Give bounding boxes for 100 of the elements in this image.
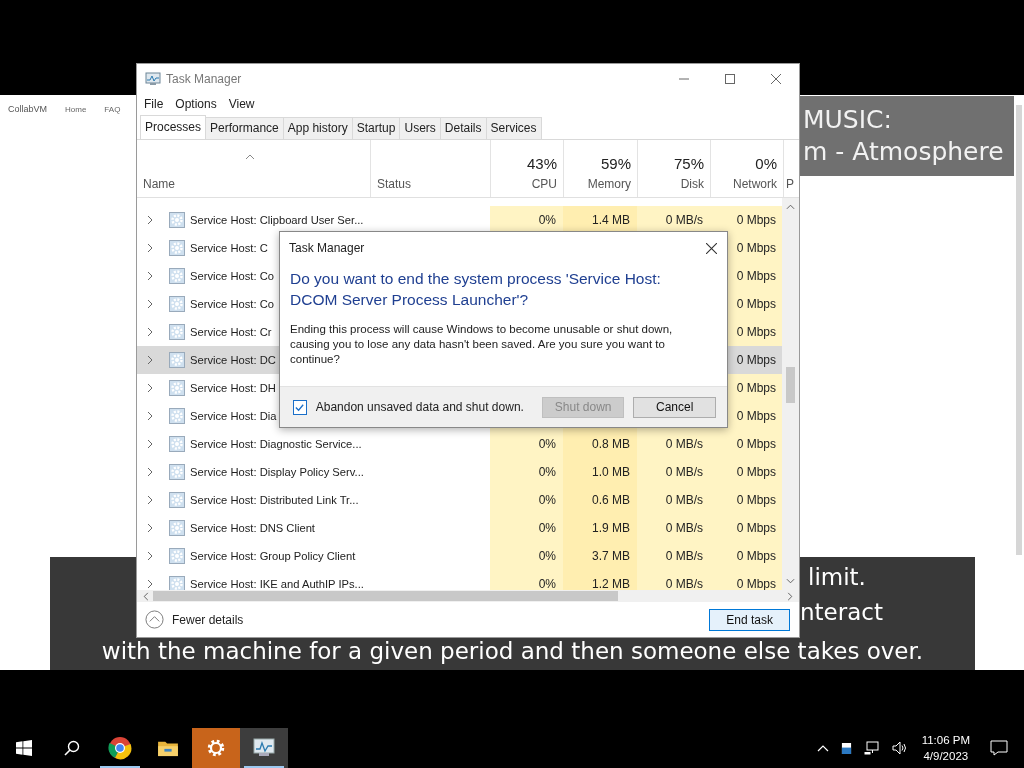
table-cell: 1.9 MB bbox=[592, 521, 630, 535]
gear-icon bbox=[169, 492, 185, 508]
chevron-icon[interactable] bbox=[147, 243, 153, 253]
table-cell: 3.7 MB bbox=[592, 549, 630, 563]
clock-time[interactable]: 11:06 PM bbox=[921, 732, 970, 748]
table-cell: 0 Mbps bbox=[736, 521, 776, 535]
process-name: Service Host: C bbox=[190, 242, 268, 254]
tab[interactable]: Details bbox=[439, 117, 487, 139]
gear-icon bbox=[169, 268, 185, 284]
fewer-details-link[interactable]: Fewer details bbox=[172, 612, 244, 627]
table-cell: 0 Mbps bbox=[736, 549, 776, 563]
tab[interactable]: Services bbox=[485, 117, 542, 139]
scrollbar[interactable] bbox=[782, 198, 799, 590]
close-icon[interactable] bbox=[771, 73, 781, 84]
chevron-icon[interactable] bbox=[147, 327, 153, 337]
process-row[interactable]: Service Host: Distributed Link Tr... 0% 0.6 MB 0 MB/s 0 Mbps bbox=[137, 486, 782, 514]
dialog-heading: Do you want to end the system process 'Service Host: DCOM Server Process Launcher'? bbox=[289, 269, 662, 310]
tab[interactable]: App history bbox=[282, 117, 353, 139]
tab[interactable]: Startup bbox=[351, 117, 401, 139]
notification-icon[interactable] bbox=[990, 740, 1008, 756]
table-cell: 1.2 MB bbox=[592, 577, 630, 590]
collapse-icon[interactable] bbox=[145, 610, 164, 629]
scroll-thumb[interactable] bbox=[786, 367, 795, 403]
maximize-icon[interactable] bbox=[725, 73, 735, 84]
gear-icon bbox=[169, 324, 185, 340]
chevron-icon[interactable] bbox=[147, 551, 153, 561]
column-header[interactable]: Name bbox=[143, 177, 175, 191]
chevron-up-icon[interactable] bbox=[816, 744, 829, 752]
chevron-icon[interactable] bbox=[147, 439, 153, 449]
nav-link[interactable]: FAQ bbox=[104, 104, 121, 114]
end-task-button[interactable]: End task bbox=[709, 608, 790, 631]
drive-icon[interactable] bbox=[840, 741, 852, 755]
gear-icon bbox=[169, 212, 185, 228]
scroll-left-icon[interactable] bbox=[143, 591, 149, 601]
gear-icon bbox=[169, 296, 185, 312]
nav-link[interactable]: Home bbox=[65, 104, 87, 114]
table-cell: 0 Mbps bbox=[736, 409, 776, 423]
tab[interactable]: Processes bbox=[140, 115, 207, 139]
chevron-icon[interactable] bbox=[147, 523, 153, 533]
process-name: Service Host: Display Policy Serv... bbox=[190, 466, 364, 478]
table-cell: 0 MB/s bbox=[665, 577, 703, 590]
menu-item[interactable]: File bbox=[144, 96, 164, 111]
process-name: Service Host: Clipboard User Ser... bbox=[190, 214, 364, 226]
process-row[interactable]: Service Host: Group Policy Client 0% 3.7 MB 0 MB/s 0 Mbps bbox=[137, 542, 782, 570]
process-name: Service Host: DH bbox=[190, 382, 276, 394]
chevron-icon[interactable] bbox=[147, 411, 153, 421]
scroll-right-icon[interactable] bbox=[787, 591, 793, 601]
scroll-up-icon[interactable] bbox=[786, 204, 795, 210]
gear-icon bbox=[169, 352, 185, 368]
dialog-title: Task Manager bbox=[289, 241, 365, 255]
process-name: Service Host: Cr bbox=[190, 326, 272, 338]
table-cell: 0 MB/s bbox=[665, 213, 703, 227]
process-row[interactable]: Service Host: Diagnostic Service... 0% 0.8 MB 0 MB/s 0 Mbps bbox=[137, 430, 782, 458]
chevron-icon[interactable] bbox=[147, 299, 153, 309]
process-row[interactable]: Service Host: DNS Client 0% 1.9 MB 0 MB/s 0 Mbps bbox=[137, 514, 782, 542]
tab[interactable]: Users bbox=[399, 117, 441, 139]
tab[interactable]: Performance bbox=[205, 117, 284, 139]
scroll-down-icon[interactable] bbox=[786, 578, 795, 584]
column-header[interactable]: Memory bbox=[587, 177, 631, 191]
chevron-icon[interactable] bbox=[147, 467, 153, 477]
column-header[interactable]: Disk bbox=[680, 177, 704, 191]
column-percent: 0% bbox=[755, 155, 777, 172]
scrollbar[interactable] bbox=[137, 590, 799, 602]
process-row[interactable]: Service Host: Display Policy Serv... 0% 1.0 MB 0 MB/s 0 Mbps bbox=[137, 458, 782, 486]
scroll-thumb[interactable] bbox=[153, 591, 618, 601]
column-header[interactable]: P bbox=[786, 177, 794, 191]
column-percent: 43% bbox=[526, 155, 557, 172]
column-percent: 75% bbox=[673, 155, 704, 172]
table-cell: 0 Mbps bbox=[736, 381, 776, 395]
column-header[interactable]: Status bbox=[377, 177, 412, 191]
column-header[interactable]: CPU bbox=[531, 177, 557, 191]
chevron-icon[interactable] bbox=[147, 355, 153, 365]
chevron-icon[interactable] bbox=[147, 383, 153, 393]
chevron-icon[interactable] bbox=[147, 271, 153, 281]
table-cell: 1.0 MB bbox=[592, 465, 630, 479]
process-name: Service Host: Dia bbox=[190, 410, 277, 422]
menu-item[interactable]: Options bbox=[175, 96, 217, 111]
chevron-icon[interactable] bbox=[147, 579, 153, 589]
clock-date[interactable]: 4/9/2023 bbox=[923, 748, 969, 764]
gear-icon bbox=[169, 380, 185, 396]
windows-start-icon[interactable] bbox=[16, 740, 32, 756]
search-icon[interactable] bbox=[64, 740, 80, 756]
scrollbar[interactable] bbox=[1016, 105, 1022, 555]
speaker-icon[interactable] bbox=[891, 741, 908, 755]
subtitle-text: nteract bbox=[800, 598, 883, 626]
gear-icon bbox=[206, 738, 226, 758]
folder-icon bbox=[157, 739, 179, 757]
menu-item[interactable]: View bbox=[228, 96, 255, 111]
chevron-icon[interactable] bbox=[147, 215, 153, 225]
table-cell: 0% bbox=[538, 521, 556, 535]
close-icon[interactable] bbox=[706, 242, 717, 254]
taskbar-button[interactable] bbox=[240, 728, 288, 768]
column-header[interactable]: Network bbox=[733, 177, 777, 191]
process-name: Service Host: DC bbox=[190, 354, 276, 366]
checkbox[interactable] bbox=[293, 399, 307, 415]
network-icon[interactable] bbox=[863, 741, 880, 755]
running-indicator bbox=[100, 766, 140, 768]
checkbox-label[interactable]: Abandon unsaved data and shut down. bbox=[315, 400, 524, 414]
chevron-icon[interactable] bbox=[147, 495, 153, 505]
dialog-button[interactable]: Cancel bbox=[633, 396, 716, 418]
